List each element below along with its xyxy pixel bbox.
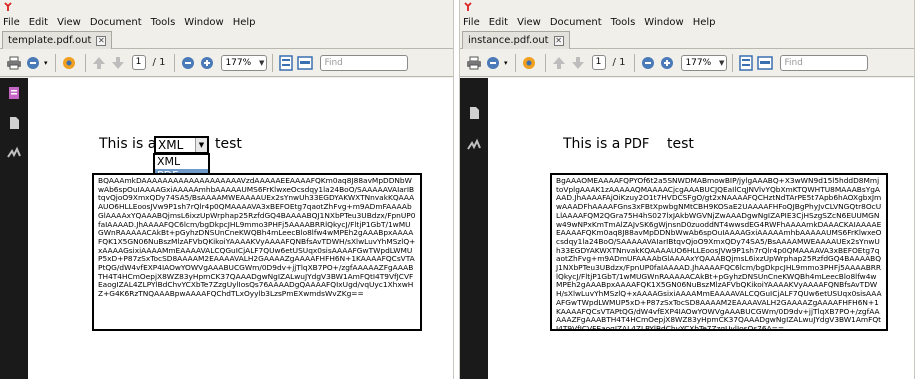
arrow-down-icon[interactable] [570, 55, 586, 71]
menu-bar: File Edit View Document Tools Window Hel… [460, 14, 914, 30]
app-icon [4, 2, 12, 11]
zoom-value: 177% [225, 57, 252, 68]
chevron-down-icon[interactable]: ▾ [44, 59, 48, 67]
chevron-down-icon[interactable]: ▾ [504, 59, 508, 67]
print-icon[interactable] [6, 55, 22, 71]
fit-width-icon[interactable] [757, 55, 774, 71]
tab-instance[interactable]: instance.pdf.out ✕ [462, 31, 570, 49]
arrow-up-icon[interactable] [91, 55, 107, 71]
menu-help[interactable]: Help [693, 17, 716, 28]
find-input[interactable]: Find [320, 54, 409, 71]
toolbar-separator [544, 53, 546, 72]
chevron-down-icon[interactable]: ▼ [195, 138, 207, 152]
annotate-icon[interactable] [485, 55, 501, 71]
document-view: This is a PDF test BgAAAOMEAAAAFQPYOf6t2… [488, 78, 914, 379]
page-number-input[interactable]: 1 [131, 55, 146, 70]
menu-edit[interactable]: Edit [29, 17, 48, 28]
close-icon[interactable]: ✕ [96, 35, 107, 46]
zoom-out-icon[interactable] [640, 55, 656, 71]
sentence-prefix: This is a [563, 136, 621, 152]
toolbar-separator [732, 53, 734, 72]
encoded-text-field[interactable]: BQAAAmkDAAAAAAAAAAAAAAAAAAAVzdAAAAAEEAAA… [92, 173, 422, 331]
close-icon[interactable]: ✕ [553, 35, 564, 46]
find-input[interactable]: Find [780, 54, 869, 71]
sidebar [0, 78, 28, 379]
menu-help[interactable]: Help [233, 17, 256, 28]
sentence-suffix: test [667, 136, 694, 152]
signature-icon[interactable] [467, 138, 481, 152]
sentence-suffix: test [215, 136, 242, 152]
toolbar: ▾ 1 / 1 177% ▼ Find [460, 49, 914, 77]
menu-document[interactable]: Document [90, 17, 142, 28]
menu-file[interactable]: File [463, 17, 480, 28]
tab-template[interactable]: template.pdf.out ✕ [2, 31, 113, 49]
menu-tools[interactable]: Tools [151, 17, 176, 28]
sidebar [460, 78, 488, 379]
right-window: File Edit View Document Tools Window Hel… [459, 0, 915, 379]
arrow-up-icon[interactable] [551, 55, 567, 71]
toolbar-separator [84, 53, 86, 72]
menu-file[interactable]: File [3, 17, 20, 28]
toolbar-separator [272, 53, 274, 72]
menu-document[interactable]: Document [550, 17, 602, 28]
title-bar [460, 0, 914, 14]
signature-icon[interactable] [7, 146, 21, 160]
settings-icon[interactable] [61, 55, 77, 71]
document-view: This is a XML ▼ test XML PDF BQAAAmkDAAA… [28, 78, 453, 379]
title-bar [0, 0, 453, 14]
fit-width-icon[interactable] [297, 55, 314, 71]
chevron-down-icon: ▼ [719, 58, 725, 67]
document-icon[interactable] [7, 116, 21, 130]
page-total: / 1 [612, 57, 626, 68]
chevron-down-icon: ▼ [259, 58, 265, 67]
toolbar-separator [174, 53, 176, 72]
toolbar: ▾ 1 / 1 177% ▼ Find [0, 49, 453, 77]
tab-bar: template.pdf.out ✕ [0, 30, 453, 49]
app-icon [464, 2, 472, 11]
sentence-prefix: This is a [99, 136, 157, 152]
print-icon[interactable] [466, 55, 482, 71]
menu-view[interactable]: View [517, 17, 541, 28]
zoom-select[interactable]: 177% ▼ [681, 54, 728, 71]
combo-value: XML [158, 138, 184, 152]
menu-edit[interactable]: Edit [489, 17, 508, 28]
page-number-input[interactable]: 1 [591, 55, 606, 70]
zoom-select[interactable]: 177% ▼ [221, 54, 268, 71]
encoded-text-field[interactable]: BgAAAOMEAAAAFQPYOf6t2a5SNWDMABmowBIP/jyl… [550, 173, 888, 331]
option-xml[interactable]: XML [155, 155, 208, 169]
menu-window[interactable]: Window [644, 17, 683, 28]
settings-icon[interactable] [521, 55, 537, 71]
menu-view[interactable]: View [57, 17, 81, 28]
annotate-icon[interactable] [25, 55, 41, 71]
zoom-in-icon[interactable] [659, 55, 675, 71]
pages-icon[interactable] [7, 86, 21, 100]
toolbar-separator [514, 53, 516, 72]
left-window: File Edit View Document Tools Window Hel… [0, 0, 454, 379]
arrow-down-icon[interactable] [110, 55, 126, 71]
document-icon[interactable] [467, 106, 481, 120]
tab-label: instance.pdf.out [468, 35, 549, 46]
menu-bar: File Edit View Document Tools Window Hel… [0, 14, 453, 30]
menu-tools[interactable]: Tools [611, 17, 636, 28]
zoom-in-icon[interactable] [199, 55, 215, 71]
tab-bar: instance.pdf.out ✕ [460, 30, 914, 49]
toolbar-separator [634, 53, 636, 72]
fit-page-icon[interactable] [738, 54, 754, 71]
menu-window[interactable]: Window [184, 17, 223, 28]
fit-page-icon[interactable] [278, 54, 294, 71]
toolbar-separator [54, 53, 56, 72]
zoom-out-icon[interactable] [180, 55, 196, 71]
format-value: PDF [624, 137, 650, 152]
tab-label: template.pdf.out [8, 35, 92, 46]
zoom-value: 177% [685, 57, 712, 68]
format-combo[interactable]: XML ▼ [154, 136, 209, 154]
page-total: / 1 [152, 57, 166, 68]
